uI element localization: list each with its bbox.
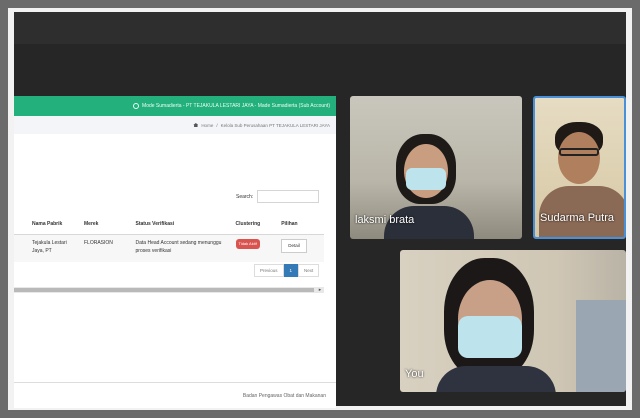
scrollbar-thumb[interactable] [14, 288, 314, 292]
cell-pilihan: Detail [277, 234, 324, 262]
breadcrumb-home[interactable]: Home [201, 123, 213, 128]
cell-nama-pabrik: Tejakula Lestari Jaya, PT [28, 234, 80, 262]
horizontal-scrollbar[interactable]: ▸ [14, 287, 324, 293]
table-sort-column[interactable] [14, 214, 28, 235]
participant-name: You [405, 368, 424, 380]
column-pilihan[interactable]: Pilihan [277, 214, 324, 235]
previous-button[interactable]: Previous [254, 264, 284, 277]
face-mask [458, 316, 522, 358]
participant-tile-you[interactable]: You [400, 250, 626, 392]
search-label: Search: [236, 193, 254, 200]
next-button[interactable]: Next [298, 264, 320, 277]
detail-button[interactable]: Detail [281, 238, 307, 253]
breadcrumb: Home / Kelola Sub Perusahaan PT TEJAKULA… [14, 116, 336, 134]
cell-status: Data Head Account sedang menunggu proses… [131, 234, 232, 262]
footer-text: Badan Pengawas Obat dan Makanan [242, 392, 326, 399]
pagination: Previous 1 Next [254, 264, 320, 277]
participant-tile-sudarma[interactable]: Sudarma Putra [533, 96, 626, 239]
column-status[interactable]: Status Verifikasi [131, 214, 232, 235]
column-merek[interactable]: Merek [80, 214, 132, 235]
status-badge: Tidak Aktif [235, 238, 260, 249]
glasses-icon [559, 148, 599, 156]
participant-video [436, 258, 556, 392]
table-header-row: Nama Pabrik Merek Status Verifikasi Clus… [14, 214, 324, 235]
cell-clustering: Tidak Aktif [231, 234, 278, 262]
column-nama-pabrik[interactable]: Nama Pabrik [28, 214, 80, 235]
participant-name: laksmi brata [355, 214, 415, 226]
search-input[interactable] [257, 190, 320, 203]
shared-screen: Mode Sumadierta - PT TEJAKULA LESTARI JA… [14, 96, 336, 408]
column-clustering[interactable]: Clustering [231, 214, 278, 235]
bookshelf [576, 300, 626, 392]
page-button-current[interactable]: 1 [283, 264, 299, 277]
breadcrumb-current: Kelola Sub Perusahaan PT TEJAKULA LESTAR… [220, 122, 330, 128]
user-icon [133, 103, 140, 109]
participant-name: Sudarma Putra [540, 212, 614, 224]
table-row: Tejakula Lestari Jaya, PT FLORASION Data… [14, 234, 324, 262]
scroll-right-icon[interactable]: ▸ [316, 287, 324, 293]
cell-merek: FLORASION [80, 234, 132, 262]
account-text[interactable]: Mode Sumadierta - PT TEJAKULA LESTARI JA… [142, 103, 330, 109]
page-footer: Badan Pengawas Obat dan Makanan [14, 382, 336, 408]
companies-table: Nama Pabrik Merek Status Verifikasi Clus… [14, 214, 324, 262]
meeting-app: Mode Sumadierta - PT TEJAKULA LESTARI JA… [14, 12, 626, 408]
table-search: Search: [236, 190, 320, 203]
home-icon [193, 123, 199, 127]
face-mask [406, 168, 446, 190]
meeting-toolbar [14, 12, 626, 44]
shared-app-header: Mode Sumadierta - PT TEJAKULA LESTARI JA… [14, 96, 336, 116]
participant-tile-laksmi[interactable]: laksmi brata [350, 96, 522, 239]
